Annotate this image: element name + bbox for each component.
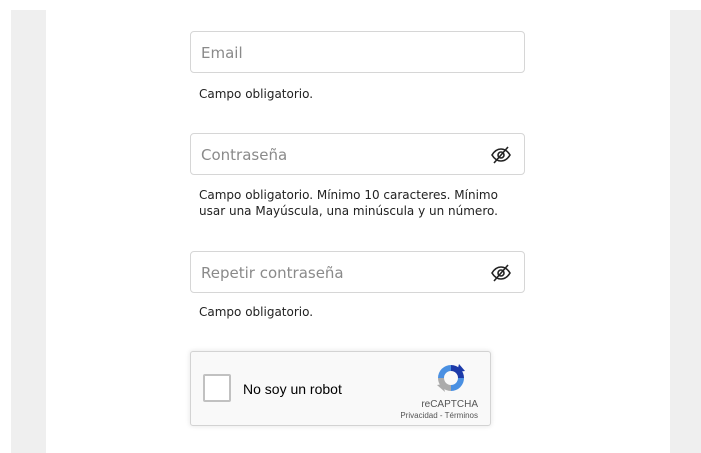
recaptcha-widget: No soy un robot reCAPTCHA Privacidad - T… <box>190 351 491 426</box>
left-gutter <box>11 10 46 453</box>
eye-off-icon[interactable] <box>490 262 512 284</box>
email-hint: Campo obligatorio. <box>199 87 314 101</box>
recaptcha-checkbox[interactable] <box>203 374 231 402</box>
recaptcha-label: No soy un robot <box>243 381 342 397</box>
password-hint: Campo obligatorio. Mínimo 10 caracteres.… <box>199 188 498 218</box>
password-placeholder: Contraseña <box>201 146 288 164</box>
recaptcha-brand: reCAPTCHA <box>421 399 478 410</box>
email-placeholder: Email <box>201 44 243 62</box>
eye-off-icon[interactable] <box>490 144 512 166</box>
email-field[interactable]: Email <box>190 31 525 73</box>
recaptcha-logo-icon <box>435 362 467 394</box>
recaptcha-terms-link[interactable]: Privacidad - Términos <box>400 411 478 420</box>
right-gutter <box>670 10 701 453</box>
repeat-password-field[interactable]: Repetir contraseña <box>190 251 525 293</box>
password-field[interactable]: Contraseña <box>190 133 525 175</box>
repeat-password-placeholder: Repetir contraseña <box>201 264 344 282</box>
repeat-password-hint: Campo obligatorio. <box>199 305 314 319</box>
